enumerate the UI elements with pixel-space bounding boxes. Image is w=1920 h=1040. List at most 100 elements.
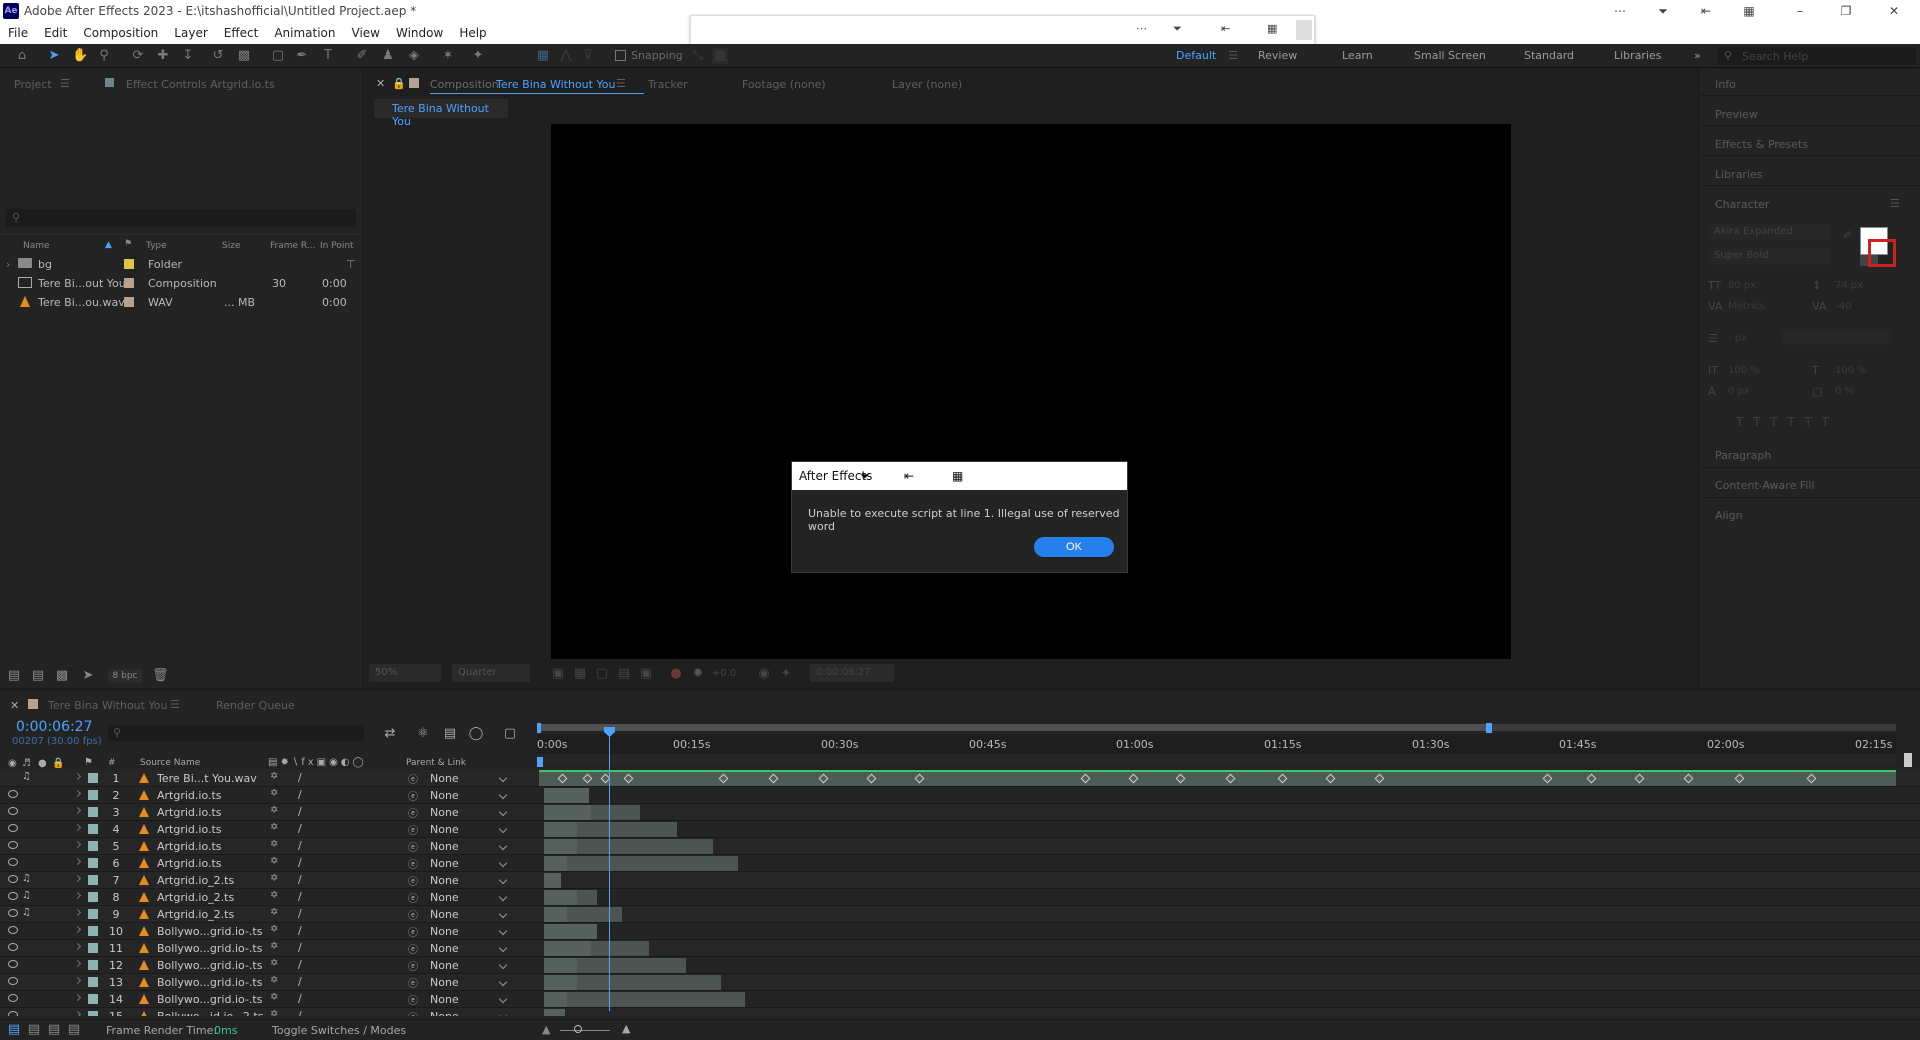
quality-switch-icon[interactable]: ∕ — [298, 873, 302, 886]
layer-bar-tail[interactable] — [591, 941, 649, 956]
layer-source-name[interactable]: Artgrid.io.ts — [157, 857, 222, 870]
collapse-switch-icon[interactable]: ✡ — [270, 856, 278, 867]
collapse-switch-icon[interactable]: ✡ — [270, 839, 278, 850]
layer-source-name[interactable]: Artgrid.io.ts — [157, 789, 222, 802]
quality-switch-icon[interactable]: ∕ — [298, 839, 302, 852]
layer-row[interactable]: ♫ 8 Artgrid.io_2.ts ✡ ∕ ⓔ None — [0, 889, 1920, 906]
in-out-icon[interactable]: ▤ — [46, 1022, 62, 1038]
panel-info[interactable]: Info — [1715, 78, 1736, 91]
col-in-point[interactable]: In Point — [320, 241, 354, 251]
quality-switch-icon[interactable]: ∕ — [298, 924, 302, 937]
timeline-search-input[interactable]: ⚲ — [108, 725, 364, 741]
layer-row[interactable]: 11 Bollywo...grid.io-.ts ✡ ∕ ⓔ None — [0, 940, 1920, 957]
layer-source-name[interactable]: Artgrid.io.ts — [157, 823, 222, 836]
layer-bar-tail[interactable] — [567, 856, 738, 871]
parent-select[interactable]: None — [430, 959, 459, 972]
align-local-axis-icon[interactable]: ▦ — [535, 48, 551, 64]
horizontal-scale-value[interactable]: 100 % — [1835, 365, 1867, 376]
guides-icon[interactable]: ▤ — [616, 666, 632, 682]
menu-animation[interactable]: Animation — [266, 22, 343, 44]
tab-effect-controls[interactable]: Effect Controls Artgrid.io.ts — [126, 78, 275, 91]
snap-option-icon[interactable]: ⤡ — [690, 48, 706, 64]
frame-blending-icon[interactable]: ◯ — [468, 726, 484, 742]
quality-switch-icon[interactable]: ∕ — [298, 822, 302, 835]
eyedropper-icon[interactable]: ✐ — [1843, 229, 1852, 242]
layer-track[interactable] — [539, 822, 1896, 837]
layer-source-name[interactable]: Bollywo...grid.io-.ts — [157, 976, 262, 989]
chevron-down-icon[interactable] — [498, 1011, 508, 1016]
region-icon[interactable]: ▣ — [550, 666, 566, 682]
layer-row[interactable]: 4 Artgrid.io.ts ✡ ∕ ⓔ None — [0, 821, 1920, 838]
panel-content-aware-fill[interactable]: Content-Aware Fill — [1715, 479, 1815, 492]
chevron-down-icon[interactable] — [498, 977, 508, 987]
speaker-icon[interactable]: ♫ — [22, 873, 31, 884]
pin-icon[interactable]: ⇤ — [1686, 0, 1726, 22]
quality-switch-icon[interactable]: ∕ — [298, 1009, 302, 1016]
chevron-down-icon[interactable] — [498, 892, 508, 902]
pick-whip-icon[interactable]: ⓔ — [408, 941, 418, 956]
label-swatch[interactable] — [88, 994, 98, 1004]
interpret-footage-icon[interactable]: ▤ — [6, 668, 22, 684]
zoom-slider-thumb[interactable] — [574, 1025, 582, 1033]
pin-icon[interactable]: ⇤ — [1221, 22, 1230, 35]
tab-render-queue[interactable]: Render Queue — [216, 699, 295, 712]
quality-switch-icon[interactable]: ∕ — [298, 788, 302, 801]
pick-whip-icon[interactable]: ⓔ — [408, 1009, 418, 1016]
layer-bar[interactable] — [544, 907, 567, 922]
pen-tool-icon[interactable]: ✒ — [294, 48, 310, 64]
eye-icon[interactable] — [8, 960, 18, 968]
eye-icon[interactable] — [8, 807, 18, 815]
transfer-controls-icon[interactable]: ▤ — [26, 1022, 42, 1038]
eye-icon[interactable] — [8, 790, 18, 798]
layer-source-name[interactable]: Artgrid.io.ts — [157, 840, 222, 853]
pick-whip-icon[interactable]: ⓔ — [408, 975, 418, 990]
pick-whip-icon[interactable]: ⓔ — [408, 890, 418, 905]
layer-source-name[interactable]: Tere Bi...t You.wav — [157, 772, 257, 785]
label-swatch[interactable] — [88, 841, 98, 851]
parent-select[interactable]: None — [430, 772, 459, 785]
eye-icon[interactable] — [8, 909, 18, 917]
label-swatch[interactable] — [88, 1011, 98, 1016]
arrow-up-icon[interactable]: ⏷ — [1643, 0, 1683, 22]
layer-source-name[interactable]: Bollywo...grid.io-.ts — [157, 942, 262, 955]
project-item-comp[interactable]: Tere Bi...out You Composition 30 0:00 — [0, 274, 358, 293]
menu-effect[interactable]: Effect — [216, 22, 267, 44]
project-item-bg[interactable]: › bg Folder ⊤ — [0, 255, 358, 274]
quality-switch-icon[interactable]: ∕ — [298, 975, 302, 988]
resolution-select[interactable]: Quarter — [452, 664, 530, 682]
tab-composition-label[interactable]: Composition — [430, 78, 499, 91]
chevron-right-icon[interactable] — [73, 976, 82, 985]
chevron-down-icon[interactable] — [498, 807, 508, 817]
layer-source-name[interactable]: Bollywo...grid.io-.ts — [157, 959, 262, 972]
eye-icon[interactable] — [8, 926, 18, 934]
col-type[interactable]: Type — [146, 241, 167, 251]
layer-bar[interactable] — [544, 788, 589, 803]
collapse-switch-icon[interactable]: ✡ — [270, 958, 278, 969]
collapse-switch-icon[interactable]: ✡ — [270, 907, 278, 918]
layer-bar[interactable] — [544, 941, 591, 956]
quality-switch-icon[interactable]: ∕ — [298, 958, 302, 971]
hierarchy-icon[interactable]: ⊤ — [346, 258, 356, 271]
eye-icon[interactable] — [8, 841, 18, 849]
project-search-input[interactable]: ⚲ — [6, 209, 356, 227]
tab-footage[interactable]: Footage (none) — [742, 78, 826, 91]
zoom-out-icon[interactable]: ▲ — [542, 1023, 550, 1036]
zoom-slider[interactable] — [560, 1030, 610, 1031]
time-ruler[interactable]: 0:00s 00:15s 00:30s 00:45s 01:00s 01:15s… — [537, 734, 1896, 754]
pick-whip-icon[interactable]: ⓔ — [408, 822, 418, 837]
layer-bar[interactable] — [544, 1009, 565, 1016]
pick-whip-icon[interactable]: ⓔ — [408, 839, 418, 854]
parent-select[interactable]: None — [430, 823, 459, 836]
layer-row[interactable]: ♫ 9 Artgrid.io_2.ts ✡ ∕ ⓔ None — [0, 906, 1920, 923]
layer-track[interactable] — [539, 890, 1896, 905]
workspace-learn[interactable]: Learn — [1342, 49, 1373, 62]
composition-mini-flowchart-icon[interactable]: ⇄ — [382, 726, 398, 742]
layer-row[interactable]: 3 Artgrid.io.ts ✡ ∕ ⓔ None — [0, 804, 1920, 821]
panel-menu-icon[interactable]: ☰ — [170, 698, 180, 711]
layer-bar-tail[interactable] — [591, 805, 640, 820]
chevron-down-icon[interactable] — [498, 926, 508, 936]
collapse-switch-icon[interactable]: ✡ — [270, 975, 278, 986]
collapse-switch-icon[interactable]: ✡ — [270, 771, 278, 782]
layer-track[interactable] — [539, 907, 1896, 922]
chevron-right-icon[interactable] — [73, 959, 82, 968]
